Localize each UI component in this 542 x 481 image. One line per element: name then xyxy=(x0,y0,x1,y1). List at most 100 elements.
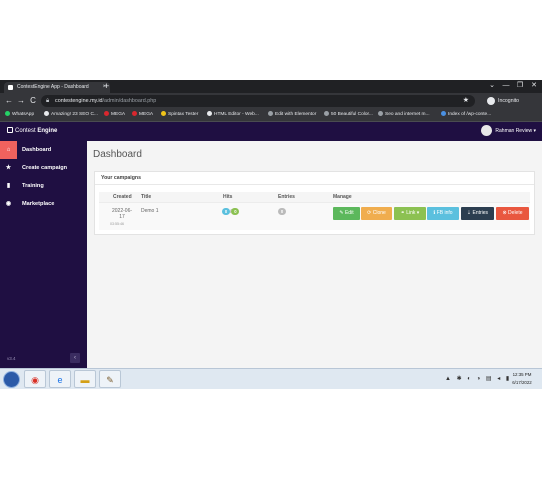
hits-cell: 0/0 xyxy=(222,208,240,215)
table-row: 2022-06-17 03:55:46 Demo 1 0/0 0 ✎ Edit … xyxy=(99,202,530,230)
app: Contest Engine Rahman Review ▾ ⌂ Dashboa… xyxy=(0,122,542,368)
brand-logo[interactable]: Contest Engine xyxy=(7,122,57,141)
browser-toolbar: ← → C 🔒︎ contestengine.my.id/admin/dashb… xyxy=(0,93,542,109)
entries-cell: 0 xyxy=(278,208,286,215)
book-icon: ▮ xyxy=(6,183,11,189)
sidebar-item-training[interactable]: ▮ Training xyxy=(0,177,87,195)
bookmark-label: HTML Editor - Web... xyxy=(214,112,259,117)
bookmark-item[interactable]: 50 Beautiful Color... xyxy=(324,109,373,121)
bookmark-favicon-icon xyxy=(161,111,166,117)
sidebar-item-label: Dashboard xyxy=(22,147,52,153)
bookmark-item[interactable]: MEGA xyxy=(132,109,153,121)
user-name: Rahman Review xyxy=(495,128,533,134)
home-icon: ⌂ xyxy=(0,141,17,159)
clock-time: 12:35 PM xyxy=(512,372,532,377)
sidebar-item-label: Create campaign xyxy=(22,165,68,171)
column-header: Title xyxy=(141,194,152,200)
version-label: v3.4 xyxy=(7,356,16,361)
bookmark-favicon-icon xyxy=(207,111,212,117)
url-host: contestengine.my.id xyxy=(55,98,103,104)
bookmark-item[interactable]: HTML Editor - Web... xyxy=(207,109,259,121)
sidebar-item-dashboard[interactable]: ⌂ Dashboard xyxy=(0,141,87,159)
bookmark-label: MEGA xyxy=(139,112,154,117)
hits-badge: 0 xyxy=(222,208,230,215)
url-path: /admin/dashboard.php xyxy=(102,98,157,104)
user-menu[interactable]: Rahman Review ▾ xyxy=(481,122,536,141)
bookmark-favicon-icon xyxy=(44,111,49,117)
card-title: Your campaigns xyxy=(95,172,534,185)
created-date: 2022-06-17 xyxy=(112,208,133,220)
forward-button[interactable]: → xyxy=(15,95,27,107)
start-button[interactable] xyxy=(3,371,20,388)
edit-button[interactable]: ✎ Edit xyxy=(333,207,360,220)
campaigns-card: Your campaigns Created Title Hits Entrie… xyxy=(94,171,535,235)
bookmark-label: Edit with Elementor xyxy=(275,112,317,117)
delete-button[interactable]: ⊗ Delete xyxy=(496,207,529,220)
bookmark-item[interactable]: Index of /wp-conte... xyxy=(441,109,491,121)
paint-icon[interactable]: ✎ xyxy=(99,370,121,388)
reload-button[interactable]: C xyxy=(27,95,39,107)
bookmark-item[interactable]: Edit with Elementor xyxy=(268,109,316,121)
clone-button[interactable]: ⟳ Clone xyxy=(361,207,392,220)
brand-text-bold: Engine xyxy=(37,128,58,134)
sidebar-item-marketplace[interactable]: ◉ Marketplace xyxy=(0,195,87,213)
bookmark-label: 50 Beautiful Color... xyxy=(331,112,373,117)
bookmark-item[interactable]: Seo and internet m... xyxy=(378,109,430,121)
lock-icon: 🔒︎ xyxy=(46,98,50,104)
incognito-icon xyxy=(487,96,495,105)
system-tray[interactable]: ▲ ✱ ◐ ◑ ▤ ◂ ▮ xyxy=(445,375,511,382)
star-icon: ★ xyxy=(5,165,12,171)
link-dropdown-button[interactable]: ⚭ Link ▾ xyxy=(394,207,426,220)
clock-date: 6/17/2022 xyxy=(512,380,532,385)
brand-text: Contest xyxy=(15,128,38,134)
entries-badge: 0 xyxy=(278,208,286,215)
profile-label: Incognito xyxy=(498,98,520,104)
tab-search-icon[interactable]: ⌄ xyxy=(486,80,498,92)
bookmark-item[interactable]: Spintax Tester xyxy=(161,109,198,121)
globe-icon: ◉ xyxy=(5,201,12,207)
profile-button[interactable]: Incognito xyxy=(487,95,519,107)
avatar xyxy=(481,125,493,137)
chrome-icon[interactable]: ◉ xyxy=(24,370,46,388)
new-tab-button[interactable]: + xyxy=(104,81,109,92)
bookmark-label: MEGA xyxy=(111,112,126,117)
bookmark-favicon-icon xyxy=(104,111,109,117)
back-button[interactable]: ← xyxy=(3,95,15,107)
address-bar[interactable]: 🔒︎ contestengine.my.id/admin/dashboard.p… xyxy=(41,95,475,107)
favicon-icon xyxy=(8,85,13,90)
main-content: Dashboard Your campaigns Created Title H… xyxy=(87,141,542,368)
app-topbar: Contest Engine Rahman Review ▾ xyxy=(0,122,542,141)
bookmark-item[interactable]: WhatsApp xyxy=(5,109,34,121)
browser-tabstrip: ContestEngine App - Dashboard × + ⌄ — ❐ … xyxy=(0,80,542,93)
close-window-button[interactable]: ✕ xyxy=(528,80,540,92)
entries-button[interactable]: ⇣ Entries xyxy=(461,207,494,220)
sidebar-collapse-button[interactable]: ‹ xyxy=(70,353,80,363)
taskbar: ◉ e ▬ ✎ ▲ ✱ ◐ ◑ ▤ ◂ ▮ 12:35 PM 6/17/2022 xyxy=(0,368,542,389)
bookmark-star-icon[interactable]: ★ xyxy=(463,95,469,107)
bookmark-label: Amazing! 23 SEO C... xyxy=(51,112,98,117)
folder-icon[interactable]: ▬ xyxy=(74,370,96,388)
bookmarks-bar: WhatsApp Amazing! 23 SEO C... MEGA MEGA Spin… xyxy=(0,109,542,122)
restore-button[interactable]: ❐ xyxy=(514,80,526,92)
bookmark-favicon-icon xyxy=(268,111,273,117)
chevron-down-icon: ▾ xyxy=(533,128,536,134)
browser-tab[interactable]: ContestEngine App - Dashboard × xyxy=(4,82,110,93)
bookmark-favicon-icon xyxy=(441,111,446,117)
clock[interactable]: 12:35 PM 6/17/2022 xyxy=(505,371,539,387)
bookmark-label: Seo and internet m... xyxy=(385,112,430,117)
page-title: Dashboard xyxy=(93,149,142,160)
sidebar-item-label: Marketplace xyxy=(22,201,55,207)
fb-info-button[interactable]: ℹ FB info xyxy=(427,207,459,220)
minimize-button[interactable]: — xyxy=(500,80,512,92)
bookmark-item[interactable]: MEGA xyxy=(104,109,125,121)
created-time: 03:55:46 xyxy=(110,222,124,226)
column-header: Manage xyxy=(333,194,352,200)
bookmark-label: Index of /wp-conte... xyxy=(448,112,492,117)
campaign-title: Demo 1 xyxy=(141,208,159,214)
explorer-icon[interactable]: e xyxy=(49,370,71,388)
sidebar-item-label: Training xyxy=(22,183,44,189)
bookmark-item[interactable]: Amazing! 23 SEO C... xyxy=(44,109,98,121)
sidebar-item-create-campaign[interactable]: ★ Create campaign xyxy=(0,159,87,177)
tab-title: ContestEngine App - Dashboard xyxy=(17,84,89,90)
column-header: Hits xyxy=(223,194,233,200)
